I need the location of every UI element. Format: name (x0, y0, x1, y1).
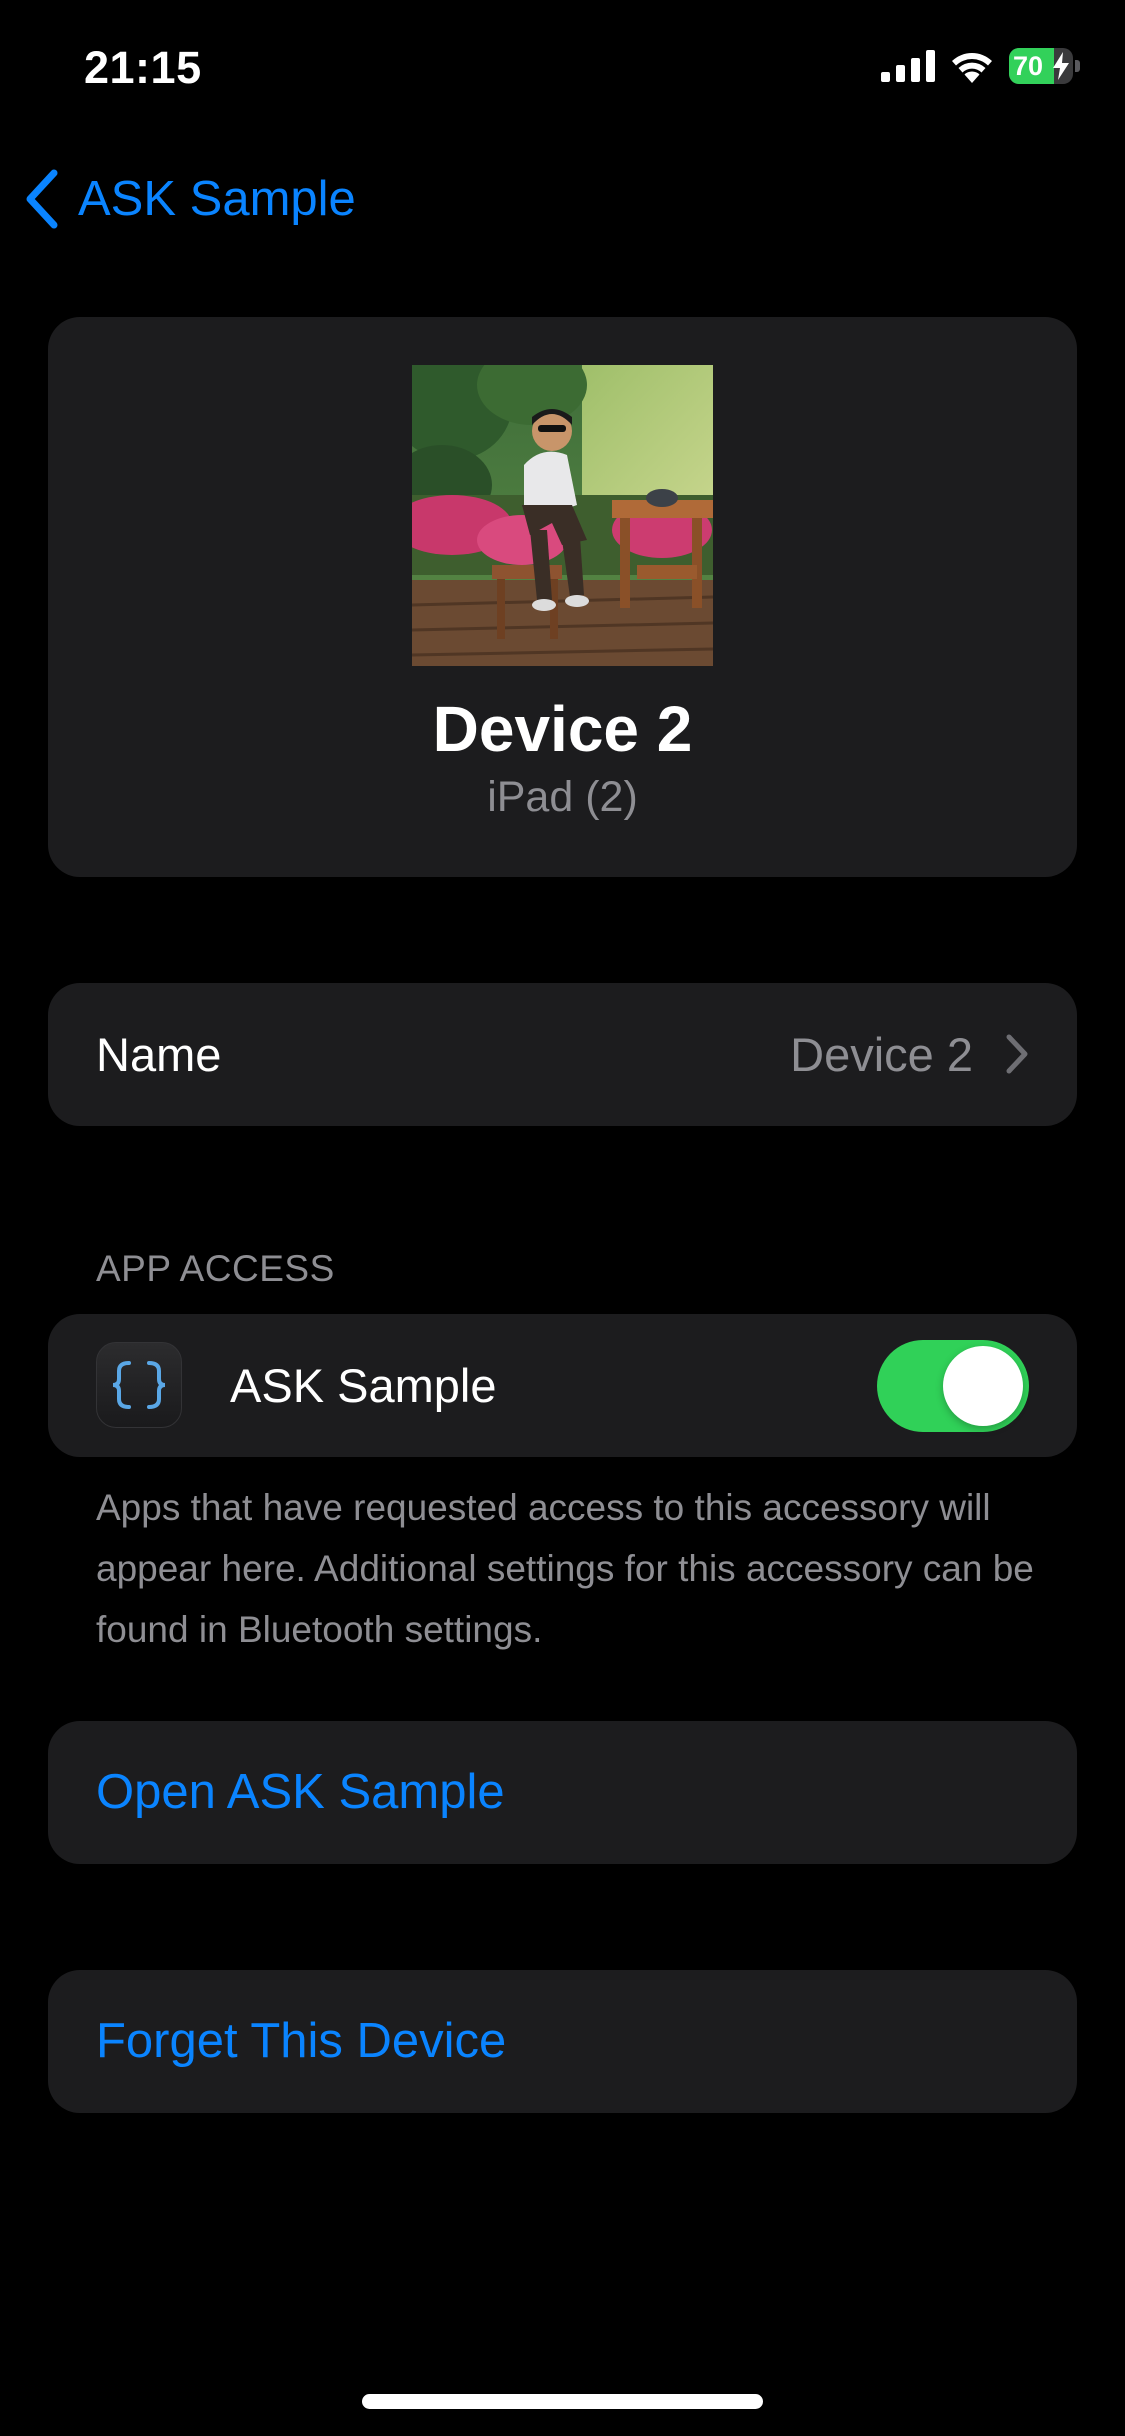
back-button-label: ASK Sample (78, 172, 356, 226)
device-name: Device 2 (432, 693, 693, 765)
app-access-row: ASK Sample (48, 1314, 1077, 1457)
app-access-app-name: ASK Sample (230, 1359, 497, 1412)
name-row-label: Name (96, 1028, 222, 1081)
device-model: iPad (2) (487, 773, 638, 821)
open-app-button[interactable]: Open ASK Sample (48, 1721, 1077, 1864)
wifi-icon (952, 53, 992, 83)
forget-device-button[interactable]: Forget This Device (48, 1970, 1077, 2113)
status-bar: 21:15 70 (0, 0, 1125, 140)
status-time: 21:15 (84, 42, 202, 93)
toggle-knob (943, 1346, 1023, 1426)
device-info-card: Device 2 iPad (2) (48, 317, 1077, 877)
app-access-footer: Apps that have requested access to this … (96, 1487, 1034, 1650)
name-row[interactable]: Name Device 2 (48, 983, 1077, 1126)
home-indicator[interactable] (362, 2394, 763, 2409)
device-photo (412, 365, 713, 666)
charging-bolt-icon (1053, 52, 1069, 80)
app-access-header: APP ACCESS (96, 1248, 335, 1289)
battery-icon: 70 (1009, 48, 1081, 84)
forget-device-label: Forget This Device (96, 2014, 507, 2068)
curly-braces-icon (96, 1342, 182, 1428)
status-icons: 70 (881, 48, 1081, 84)
chevron-right-icon (1006, 1034, 1028, 1074)
name-row-value: Device 2 (790, 1028, 973, 1081)
back-button[interactable]: ASK Sample (24, 164, 356, 234)
chevron-left-icon (26, 169, 58, 229)
signal-icon (881, 50, 935, 82)
battery-percentage: 70 (1013, 51, 1044, 81)
app-access-toggle[interactable] (877, 1340, 1029, 1432)
open-app-label: Open ASK Sample (96, 1765, 505, 1819)
